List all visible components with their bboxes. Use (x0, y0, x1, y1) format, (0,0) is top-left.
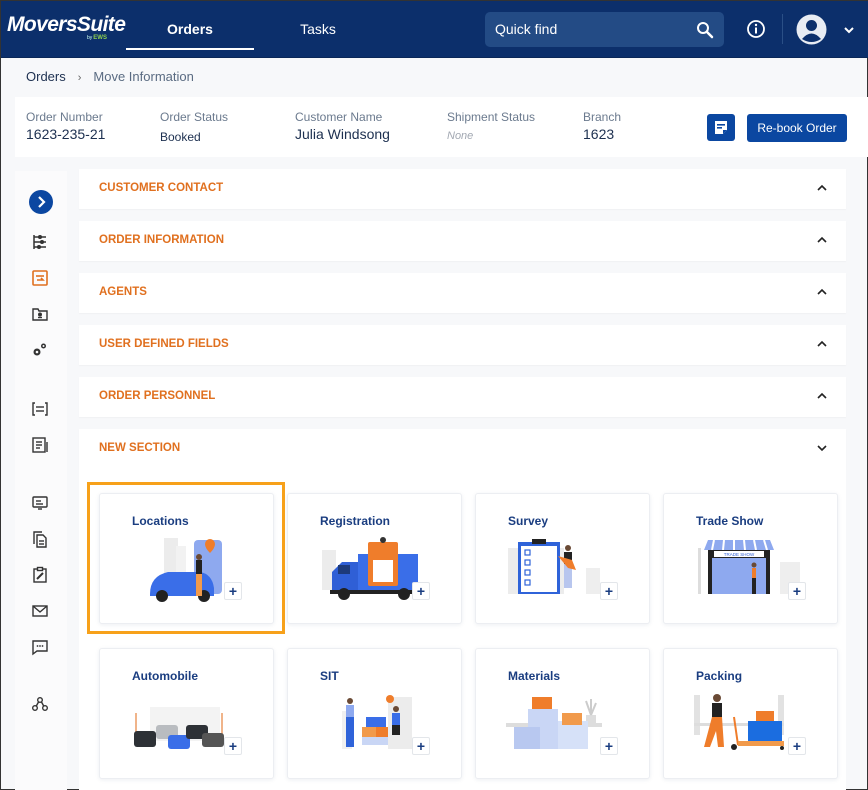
breadcrumb-separator: › (77, 72, 82, 84)
chevron-up-icon[interactable] (816, 391, 828, 401)
breadcrumb: Orders › Move Information (26, 69, 194, 84)
tile-title: Trade Show (696, 514, 764, 528)
contact-folder-icon[interactable] (28, 302, 52, 326)
tile-trade-show[interactable]: Trade Show TRADE SHOW + (663, 493, 838, 624)
section-customer-contact[interactable]: CUSTOMER CONTACT (79, 169, 846, 209)
section-title: ORDER INFORMATION (99, 234, 225, 246)
tile-materials[interactable]: Materials + (475, 648, 650, 779)
branch-value: 1623 (583, 126, 615, 142)
branch-field: Branch 1623 (583, 110, 621, 142)
order-number-field: Order Number 1623-235-21 (26, 110, 105, 142)
chevron-up-icon[interactable] (816, 235, 828, 245)
section-title: AGENTS (99, 286, 147, 298)
order-number-value: 1623-235-21 (26, 126, 106, 142)
logo-brand: byEWS (87, 35, 107, 41)
tile-survey[interactable]: Survey + (475, 493, 650, 624)
section-user-defined-fields[interactable]: USER DEFINED FIELDS (79, 325, 846, 365)
monitor-icon[interactable] (28, 491, 52, 515)
order-status-value: Booked (160, 130, 201, 144)
order-status-field: Order Status Booked (160, 110, 228, 144)
shipment-status-value: None (447, 130, 474, 142)
tile-title: Automobile (132, 669, 198, 683)
customer-name-label: Customer Name (295, 110, 383, 124)
shipment-status-label: Shipment Status (447, 110, 536, 124)
tile-packing[interactable]: Packing + (663, 648, 838, 779)
tile-registration[interactable]: Registration + (287, 493, 462, 624)
section-order-personnel[interactable]: ORDER PERSONNEL (79, 377, 846, 417)
document-icon[interactable] (28, 433, 52, 457)
order-number-label: Order Number (26, 110, 103, 124)
breadcrumb-current: Move Information (93, 69, 194, 84)
tile-automobile[interactable]: Automobile + (99, 648, 274, 779)
section-agents[interactable]: AGENTS (79, 273, 846, 313)
notes-icon[interactable] (28, 397, 52, 421)
tile-title: SIT (320, 669, 339, 683)
section-title: CUSTOMER CONTACT (99, 182, 224, 194)
edit-clipboard-icon[interactable] (28, 563, 52, 587)
branch-label: Branch (583, 110, 622, 124)
chat-icon[interactable] (28, 635, 52, 659)
customer-name-field: Customer Name Julia Windsong (295, 110, 390, 142)
quick-find-input[interactable]: Quick find (485, 12, 724, 47)
chevron-right-icon (38, 196, 46, 208)
tile-title: Survey (508, 514, 549, 528)
chevron-up-icon[interactable] (816, 287, 828, 297)
mail-icon[interactable] (28, 599, 52, 623)
chevron-up-icon[interactable] (816, 183, 828, 193)
shipment-status-field: Shipment Status None (447, 110, 535, 142)
chevron-down-icon[interactable] (816, 443, 828, 453)
section-title: ORDER PERSONNEL (99, 390, 216, 402)
chevron-up-icon[interactable] (816, 339, 828, 349)
breadcrumb-orders[interactable]: Orders (26, 69, 66, 84)
sticky-note-icon (715, 121, 727, 134)
settings-gears-icon[interactable] (28, 338, 52, 362)
order-form-icon[interactable] (28, 266, 52, 290)
nav-divider (782, 14, 783, 44)
customer-name-value: Julia Windsong (295, 126, 390, 142)
chevron-down-icon[interactable] (843, 25, 855, 35)
add-trade-show-button[interactable]: + (788, 582, 806, 600)
tab-tasks[interactable]: Tasks (281, 1, 355, 49)
tile-sit[interactable]: SIT + (287, 648, 462, 779)
logo-by: by (87, 35, 93, 41)
tile-title: Materials (508, 669, 561, 683)
top-navigation-bar: MoversSuite byEWS Orders Tasks Quick fin… (1, 1, 868, 58)
quick-find-placeholder: Quick find (495, 21, 558, 37)
network-icon[interactable] (28, 693, 52, 717)
expand-rail-button[interactable] (29, 190, 53, 214)
tab-orders[interactable]: Orders (126, 1, 254, 50)
order-status-label: Order Status (160, 110, 229, 124)
info-icon[interactable] (746, 19, 766, 39)
add-survey-button[interactable]: + (600, 582, 618, 600)
copy-document-icon[interactable] (28, 527, 52, 551)
add-packing-button[interactable]: + (788, 737, 806, 755)
section-order-information[interactable]: ORDER INFORMATION (79, 221, 846, 261)
user-avatar-icon[interactable] (796, 14, 827, 45)
logo-ews: EWS (93, 35, 107, 41)
notes-button[interactable] (707, 114, 735, 141)
trade-show-sign: TRADE SHOW (724, 552, 755, 557)
tile-title: Registration (320, 514, 391, 528)
add-sit-button[interactable]: + (412, 737, 430, 755)
add-registration-button[interactable]: + (412, 582, 430, 600)
section-new-section[interactable]: NEW SECTION (79, 429, 846, 469)
section-title: USER DEFINED FIELDS (99, 338, 229, 350)
rebook-order-button[interactable]: Re-book Order (747, 114, 847, 142)
filter-list-icon[interactable] (28, 230, 52, 254)
add-automobile-button[interactable]: + (224, 737, 242, 755)
highlight-box-locations (87, 482, 285, 634)
tile-title: Packing (696, 669, 743, 683)
order-summary: Order Number 1623-235-21 Order Status Bo… (15, 97, 868, 157)
moverssuite-logo[interactable]: MoversSuite (7, 13, 126, 37)
search-icon[interactable] (696, 21, 714, 39)
add-materials-button[interactable]: + (600, 737, 618, 755)
section-title: NEW SECTION (99, 442, 181, 454)
